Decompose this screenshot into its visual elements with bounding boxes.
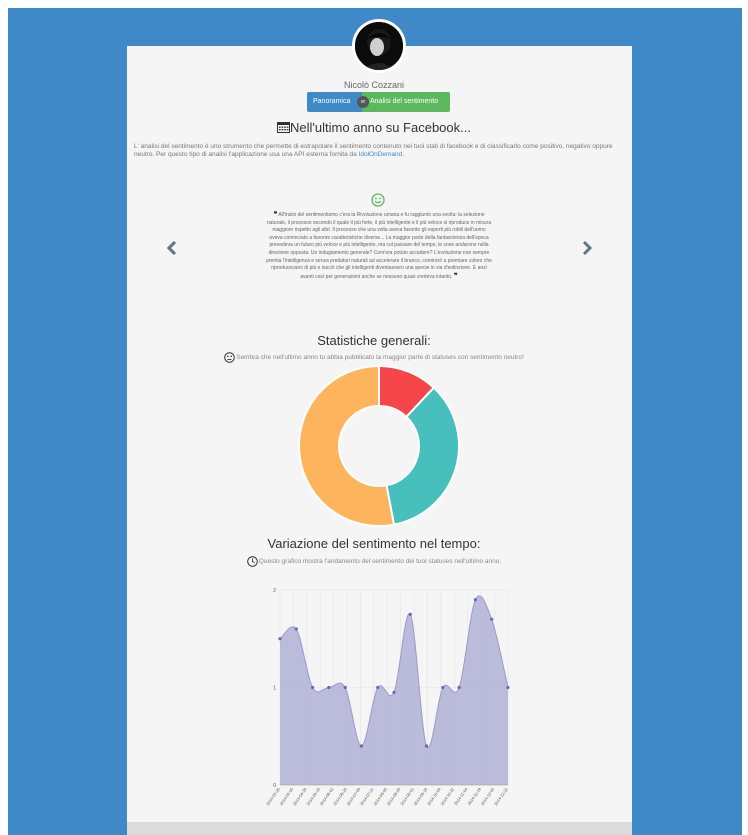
idolondemand-link[interactable]: IdolOnDemand [359, 151, 403, 158]
tab-bar: Panoramica Analisi del sentimento or [307, 92, 450, 112]
data-point[interactable] [294, 627, 298, 631]
data-point[interactable] [424, 744, 429, 748]
tab-analisi-sentimento[interactable]: Analisi del sentimento [362, 92, 450, 112]
carousel-prev-button[interactable] [166, 240, 177, 260]
tab-panoramica[interactable]: Panoramica [307, 92, 362, 112]
sentiment-doughnut-chart [298, 364, 460, 527]
data-point[interactable] [278, 637, 282, 641]
chevron-right-icon [582, 240, 593, 256]
x-tick-label: 2014-12-22 [493, 786, 509, 806]
avatar [352, 19, 406, 73]
data-point[interactable] [359, 744, 364, 748]
data-point[interactable] [376, 685, 380, 690]
doughnut-segment-2[interactable] [298, 364, 396, 527]
data-point[interactable] [343, 685, 347, 690]
data-point[interactable] [490, 617, 494, 621]
calendar-icon [277, 122, 291, 133]
carousel-quote: ❝ All'inizio del sentimentismo c'era la … [265, 211, 493, 281]
intro-text: L' analisi del sentimento è uno strument… [134, 143, 613, 158]
data-point[interactable] [310, 685, 315, 690]
smile-icon [371, 193, 385, 207]
carousel-next-button[interactable] [582, 240, 593, 260]
neutral-face-icon [224, 352, 235, 363]
card-footer [127, 822, 632, 835]
quote-text: All'inizio del sentimentismo c'era la Ri… [266, 212, 492, 280]
user-name: Nicolò Cozzani [343, 80, 405, 90]
data-point[interactable] [392, 690, 396, 694]
stats-title: Statistiche generali: [317, 333, 431, 348]
data-point[interactable] [506, 685, 510, 690]
variation-caption: Questo grafico mostra l'andamento del se… [0, 556, 748, 567]
y-tick-label: 1 [273, 686, 276, 692]
chevron-left-icon [166, 240, 177, 256]
data-point[interactable] [473, 598, 478, 602]
clock-icon [246, 556, 258, 567]
avatar-image [355, 22, 403, 70]
data-point[interactable] [327, 685, 331, 690]
variation-title: Variazione del sentimento nel tempo: [267, 536, 481, 551]
data-point[interactable] [457, 685, 461, 690]
data-point[interactable] [408, 612, 412, 616]
y-tick-label: 2 [273, 588, 276, 594]
tab-or-separator: or [357, 96, 369, 108]
sentiment-area-chart: 0122014-03-202014-04-052014-04-282014-05… [265, 588, 510, 806]
page-title-text: Nell'ultimo anno su Facebook... [290, 120, 471, 135]
data-point[interactable] [441, 685, 445, 690]
page-title: Nell'ultimo anno su Facebook... [0, 120, 748, 135]
quote-open-icon: ❝ [273, 211, 278, 218]
quote-close-icon: ❞ [453, 272, 458, 280]
